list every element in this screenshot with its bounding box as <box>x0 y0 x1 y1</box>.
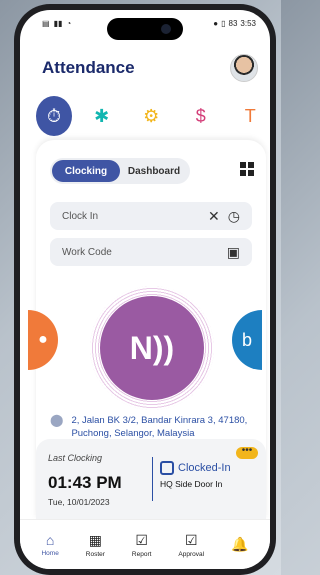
calendar-icon: ▦ <box>88 531 102 548</box>
key-icon: T <box>244 105 256 126</box>
menu-payroll[interactable]: $ <box>181 94 221 138</box>
work-code-label: Work Code <box>62 246 112 258</box>
nav-roster-label: Roster <box>85 550 105 558</box>
briefcase-icon[interactable]: ▣ <box>227 244 240 261</box>
menu-access[interactable]: T <box>230 94 270 138</box>
vibrate-icon: ▯ <box>221 18 226 28</box>
nav-notifications[interactable]: 🔔 <box>231 536 248 553</box>
clock-in-field[interactable]: Clock In ✕ ◷ <box>50 202 252 230</box>
nav-home-label: Home <box>41 550 59 557</box>
clock-status-text: Clocked-In <box>178 462 231 474</box>
report-icon: ☑ <box>135 531 148 548</box>
location-address: ⬤ 2, Jalan BK 3/2, Bandar Kinrara 3, 471… <box>50 414 256 440</box>
sim-icon: ▤ <box>42 18 50 28</box>
location-icon: ● <box>213 18 219 28</box>
nav-report[interactable]: ☑ Report <box>132 532 152 558</box>
clocking-card: Clocking Dashboard Clock In ✕ ◷ Work Cod… <box>36 140 266 519</box>
avatar[interactable] <box>230 54 258 82</box>
nfc-ring: N)) <box>90 286 214 410</box>
view-toggle: Clocking Dashboard <box>50 158 190 184</box>
module-menu: ⏱ ✱ ⚙ $ T <box>20 94 270 138</box>
last-clocking-panel: ••• Last Clocking 01:43 PM Tue, 10/01/20… <box>36 439 266 519</box>
nfc-clock-button[interactable]: N)) <box>100 296 204 400</box>
clock-location: HQ Side Door In <box>160 479 223 489</box>
clock-icon: ⏱ <box>46 105 61 126</box>
nav-report-label: Report <box>131 550 152 558</box>
battery-level: 83 <box>228 18 238 28</box>
location-pin-icon: ● <box>38 331 48 348</box>
more-icon[interactable]: ••• <box>236 446 258 459</box>
user-money-icon: $ <box>195 105 206 126</box>
last-clocking-time: 01:43 PM <box>48 473 122 492</box>
nav-home[interactable]: ⌂ Home <box>41 532 58 557</box>
clock-in-label: Clock In <box>62 210 99 222</box>
tab-clocking[interactable]: Clocking <box>52 160 120 182</box>
status-icons-left: ▤ ▮▮ ◔ <box>42 19 71 28</box>
bottom-nav: ⌂ Home ▦ Roster ☑ Report ☑ Approval 🔔 <box>20 519 270 569</box>
menu-claims[interactable]: ⚙ <box>131 94 171 138</box>
nav-approval-label: Approval <box>178 550 205 558</box>
status-icon <box>160 461 174 475</box>
clock-time: 3:53 <box>240 18 256 28</box>
last-clocking-label: Last Clocking <box>48 453 103 463</box>
bell-icon: 🔔 <box>231 536 249 552</box>
app-screen: ▤ ▮▮ ◔ ● ▯ 83 3:53 Attendance ⏱ ✱ ⚙ $ T <box>20 10 270 569</box>
nav-roster[interactable]: ▦ Roster <box>86 532 105 558</box>
clock-icon[interactable]: ◷ <box>228 208 240 225</box>
bluetooth-icon: b <box>241 329 252 350</box>
tab-dashboard[interactable]: Dashboard <box>120 160 188 182</box>
menu-attendance[interactable]: ⏱ <box>36 96 72 136</box>
clock-status: Clocked-In <box>160 461 231 475</box>
menu-leave[interactable]: ✱ <box>82 94 122 138</box>
signal-icon: ▮▮ <box>53 18 63 28</box>
map-pin-icon: ⬤ <box>50 413 64 427</box>
address-text: 2, Jalan BK 3/2, Bandar Kinrara 3, 47180… <box>71 415 248 439</box>
wifi-icon: ◔ <box>66 18 72 28</box>
grid-view-icon[interactable] <box>240 162 254 176</box>
palm-tree-icon: ✱ <box>94 105 110 126</box>
nfc-icon: N)) <box>129 329 175 366</box>
dynamic-island <box>107 18 183 40</box>
divider <box>152 457 153 501</box>
home-icon: ⌂ <box>45 532 55 548</box>
work-code-field[interactable]: Work Code ▣ <box>50 238 252 266</box>
close-icon[interactable]: ✕ <box>208 208 220 225</box>
app-header: Attendance <box>20 50 270 86</box>
page-title: Attendance <box>42 58 135 77</box>
phone-frame: ▤ ▮▮ ◔ ● ▯ 83 3:53 Attendance ⏱ ✱ ⚙ $ T <box>14 4 276 575</box>
approval-icon: ☑ <box>184 531 198 548</box>
last-clocking-date: Tue, 10/01/2023 <box>48 497 110 507</box>
nav-approval[interactable]: ☑ Approval <box>178 532 204 558</box>
gear-money-icon: ⚙ <box>143 105 160 126</box>
status-icons-right: ● ▯ 83 3:53 <box>213 19 256 28</box>
